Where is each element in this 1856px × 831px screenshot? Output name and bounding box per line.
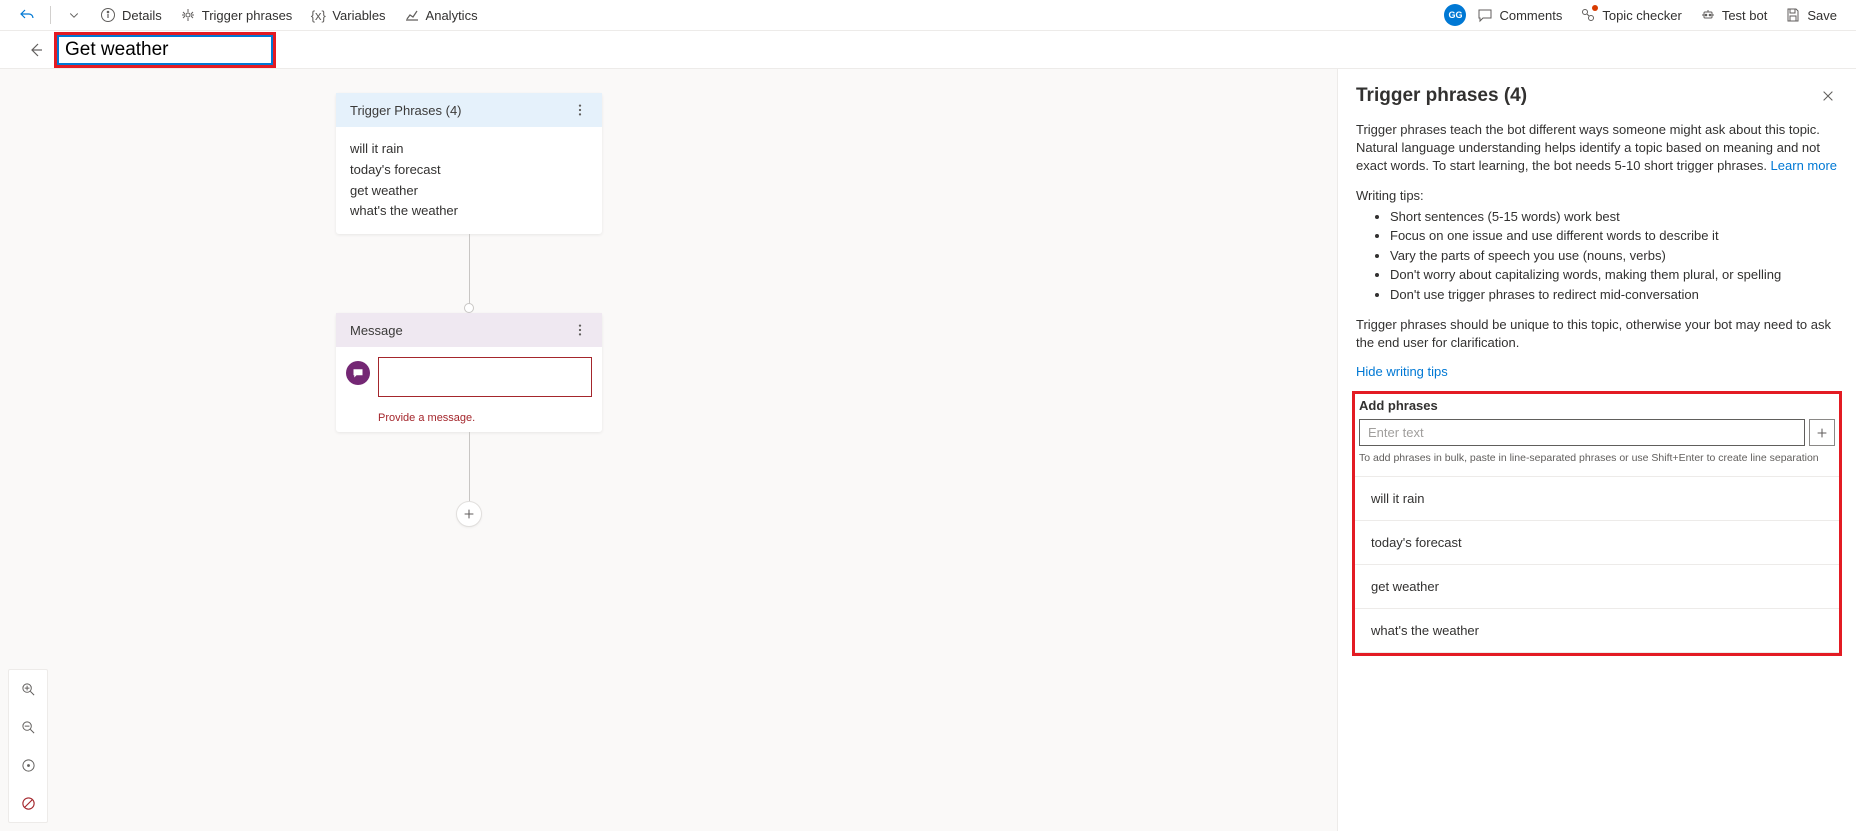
learn-more-link[interactable]: Learn more xyxy=(1771,158,1837,173)
connector-line xyxy=(469,432,470,502)
message-node-header: Message xyxy=(336,313,602,347)
trigger-icon xyxy=(180,7,196,23)
add-phrases-label: Add phrases xyxy=(1355,398,1839,413)
back-button[interactable] xyxy=(28,42,44,58)
toolbar-right: GG Comments Topic checker Test bot Save xyxy=(1444,3,1844,27)
trigger-phrase: today's forecast xyxy=(350,160,588,181)
trigger-node-title: Trigger Phrases (4) xyxy=(350,103,462,118)
test-bot-button[interactable]: Test bot xyxy=(1693,3,1775,27)
message-node-body xyxy=(336,347,602,407)
connector-node[interactable] xyxy=(464,303,474,313)
comment-icon xyxy=(1477,7,1493,23)
title-row xyxy=(0,31,1856,69)
node-menu-button[interactable] xyxy=(568,318,592,342)
save-button[interactable]: Save xyxy=(1778,3,1844,27)
trigger-phrase: will it rain xyxy=(350,139,588,160)
list-item[interactable]: today's forecast xyxy=(1355,521,1839,565)
tip-item: Don't worry about capitalizing words, ma… xyxy=(1390,265,1838,285)
list-item[interactable]: get weather xyxy=(1355,565,1839,609)
analytics-label: Analytics xyxy=(426,8,478,23)
variables-button[interactable]: {x} Variables xyxy=(303,3,392,27)
avatar[interactable]: GG xyxy=(1444,4,1466,26)
canvas-content: Trigger Phrases (4) will it rain today's… xyxy=(336,93,602,527)
panel-description-2: Trigger phrases should be unique to this… xyxy=(1356,316,1838,352)
close-panel-button[interactable] xyxy=(1818,86,1838,106)
comments-label: Comments xyxy=(1499,8,1562,23)
variables-label: Variables xyxy=(332,8,385,23)
trigger-node-body: will it rain today's forecast get weathe… xyxy=(336,127,602,234)
fit-view-button[interactable] xyxy=(9,746,47,784)
trigger-phrase: what's the weather xyxy=(350,201,588,222)
chevron-down-icon xyxy=(66,7,82,23)
canvas[interactable]: Trigger Phrases (4) will it rain today's… xyxy=(0,69,1337,831)
topic-checker-label: Topic checker xyxy=(1602,8,1681,23)
add-phrase-input[interactable] xyxy=(1359,419,1805,446)
message-node[interactable]: Message Provide a message. xyxy=(336,313,602,432)
phrase-list: will it rain today's forecast get weathe… xyxy=(1355,476,1839,653)
save-label: Save xyxy=(1807,8,1837,23)
title-highlight-box xyxy=(54,32,276,68)
undo-icon xyxy=(19,7,35,23)
panel-header: Trigger phrases (4) xyxy=(1356,85,1838,107)
topic-name-input[interactable] xyxy=(58,36,272,64)
message-node-title: Message xyxy=(350,323,403,338)
trigger-node[interactable]: Trigger Phrases (4) will it rain today's… xyxy=(336,93,602,234)
tip-item: Don't use trigger phrases to redirect mi… xyxy=(1390,285,1838,305)
panel-title: Trigger phrases (4) xyxy=(1356,85,1527,107)
add-phrase-button[interactable] xyxy=(1809,419,1835,446)
topic-checker-icon xyxy=(1580,7,1596,23)
connector xyxy=(336,234,602,313)
message-input[interactable] xyxy=(378,357,592,397)
details-button[interactable]: Details xyxy=(93,3,169,27)
add-node-button[interactable] xyxy=(456,501,482,527)
tip-item: Vary the parts of speech you use (nouns,… xyxy=(1390,246,1838,266)
top-toolbar: Details Trigger phrases {x} Variables An… xyxy=(0,0,1856,31)
reset-view-button[interactable] xyxy=(9,784,47,822)
undo-button[interactable] xyxy=(12,3,42,27)
tip-item: Short sentences (5-15 words) work best xyxy=(1390,207,1838,227)
dropdown-button[interactable] xyxy=(59,3,89,27)
trigger-phrases-label: Trigger phrases xyxy=(202,8,293,23)
trigger-node-header: Trigger Phrases (4) xyxy=(336,93,602,127)
add-phrase-hint: To add phrases in bulk, paste in line-se… xyxy=(1355,452,1839,464)
add-input-row xyxy=(1355,419,1839,446)
list-item[interactable]: what's the weather xyxy=(1355,609,1839,653)
zoom-controls xyxy=(8,669,48,823)
variables-icon: {x} xyxy=(310,7,326,23)
test-bot-label: Test bot xyxy=(1722,8,1768,23)
divider xyxy=(50,6,51,24)
zoom-out-button[interactable] xyxy=(9,708,47,746)
node-menu-button[interactable] xyxy=(568,98,592,122)
comments-button[interactable]: Comments xyxy=(1470,3,1569,27)
panel-description: Trigger phrases teach the bot different … xyxy=(1356,121,1838,176)
hide-tips-link[interactable]: Hide writing tips xyxy=(1356,364,1448,379)
bot-icon xyxy=(1700,7,1716,23)
tip-item: Focus on one issue and use different wor… xyxy=(1390,226,1838,246)
side-panel: Trigger phrases (4) Trigger phrases teac… xyxy=(1337,69,1856,831)
panel-desc-text: Trigger phrases teach the bot different … xyxy=(1356,122,1820,173)
toolbar-left: Details Trigger phrases {x} Variables An… xyxy=(12,3,485,27)
add-phrases-highlight: Add phrases To add phrases in bulk, past… xyxy=(1352,391,1842,656)
info-icon xyxy=(100,7,116,23)
message-icon xyxy=(346,361,370,385)
analytics-button[interactable]: Analytics xyxy=(397,3,485,27)
save-icon xyxy=(1785,7,1801,23)
main-area: Trigger Phrases (4) will it rain today's… xyxy=(0,69,1856,831)
connector-line xyxy=(469,234,470,304)
details-label: Details xyxy=(122,8,162,23)
trigger-phrase: get weather xyxy=(350,181,588,202)
zoom-in-button[interactable] xyxy=(9,670,47,708)
connector xyxy=(336,432,602,527)
topic-checker-button[interactable]: Topic checker xyxy=(1573,3,1688,27)
tips-list: Short sentences (5-15 words) work best F… xyxy=(1390,207,1838,305)
list-item[interactable]: will it rain xyxy=(1355,477,1839,521)
message-error: Provide a message. xyxy=(378,412,602,432)
trigger-phrases-button[interactable]: Trigger phrases xyxy=(173,3,300,27)
analytics-icon xyxy=(404,7,420,23)
tips-title: Writing tips: xyxy=(1356,188,1838,203)
